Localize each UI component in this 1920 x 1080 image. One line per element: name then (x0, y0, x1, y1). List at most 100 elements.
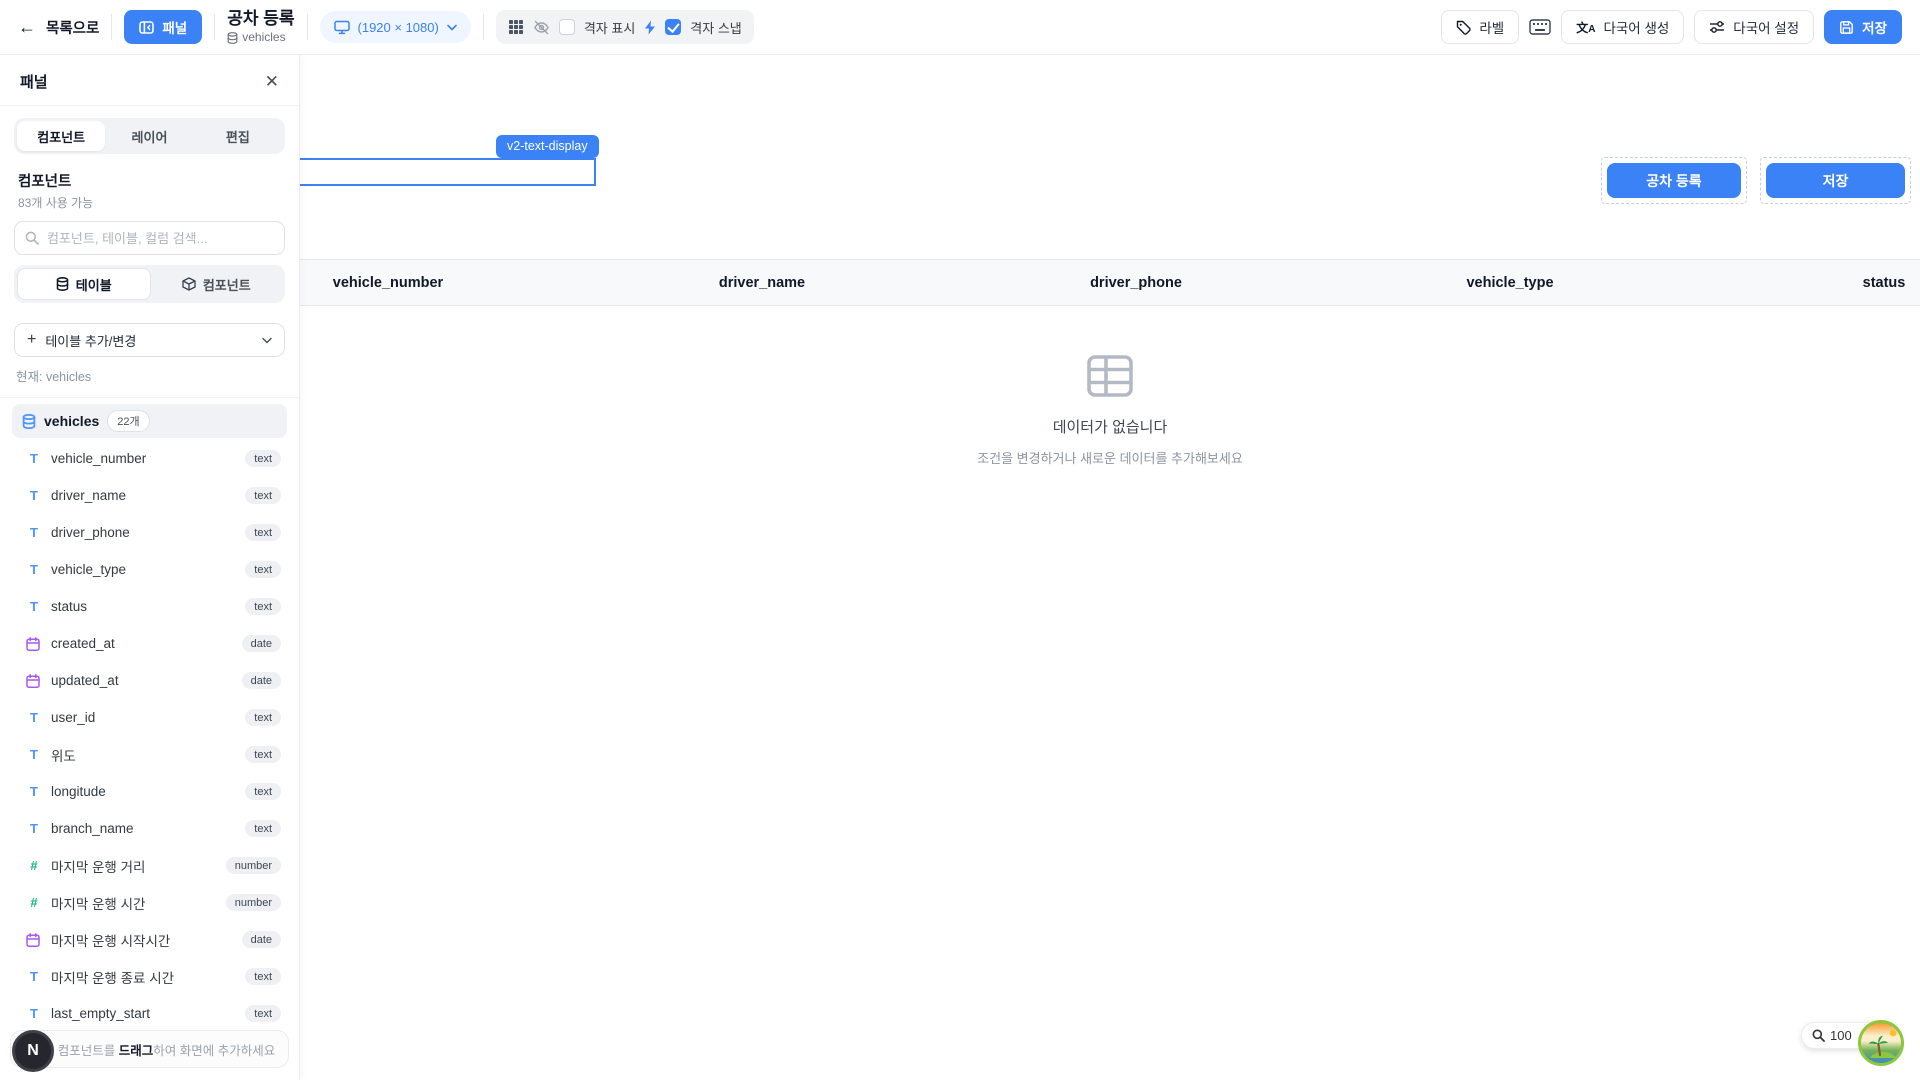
selected-component-tag: v2-text-display (496, 135, 599, 158)
text-type-icon: T (26, 451, 42, 466)
table-header-driver_phone[interactable]: driver_phone (949, 260, 1323, 305)
tab-레이어[interactable]: 레이어 (105, 121, 193, 151)
field-name: longitude (51, 784, 106, 799)
app-root: ← 목록으로 패널 공차 등록 vehicles (0, 0, 1920, 1080)
text-type-icon: T (26, 599, 42, 614)
canvas-register-button[interactable]: 공차 등록 (1607, 163, 1741, 198)
page-title: 공차 등록 (227, 9, 294, 29)
i18n-generate-button[interactable]: 文A 다국어 생성 (1561, 10, 1684, 44)
field-row-updated_at[interactable]: updated_at date (12, 662, 287, 699)
database-icon (56, 277, 69, 291)
component-search[interactable] (14, 221, 285, 255)
field-row-driver_name[interactable]: Tdriver_nametext (12, 477, 287, 514)
grid-snap-checkbox[interactable] (665, 19, 681, 35)
package-icon (182, 277, 196, 291)
toggle-table-button[interactable]: 테이블 (17, 268, 151, 300)
panel-toggle-button[interactable]: 패널 (124, 10, 202, 44)
field-name: vehicle_number (51, 451, 146, 466)
text-type-icon: T (26, 525, 42, 540)
field-name: updated_at (51, 673, 119, 688)
save-button[interactable]: 저장 (1824, 10, 1902, 44)
field-row-user_id[interactable]: Tuser_idtext (12, 699, 287, 736)
field-row-vehicle_type[interactable]: Tvehicle_typetext (12, 551, 287, 588)
field-row-마지막 운행 거리[interactable]: #마지막 운행 거리number (12, 847, 287, 884)
field-row-마지막 운행 시작시간[interactable]: 마지막 운행 시작시간 date (12, 921, 287, 958)
eye-off-icon[interactable] (533, 20, 550, 35)
grid-controls-group: 격자 표시 격자 스냅 (496, 10, 754, 44)
tab-컴포넌트[interactable]: 컴포넌트 (17, 121, 105, 151)
chevron-down-icon (262, 337, 272, 344)
field-rows-container: Tvehicle_numbertextTdriver_nametextTdriv… (12, 440, 287, 1032)
search-input[interactable] (47, 231, 274, 246)
date-type-icon (26, 637, 42, 651)
field-type-badge: date (242, 931, 281, 948)
field-name: status (51, 599, 87, 614)
lightning-icon[interactable] (644, 20, 656, 35)
field-row-마지막 운행 종료 시간[interactable]: T마지막 운행 종료 시간text (12, 958, 287, 995)
field-row-driver_phone[interactable]: Tdriver_phonetext (12, 514, 287, 551)
field-row-status[interactable]: Tstatus text (12, 588, 287, 625)
i18n-settings-button[interactable]: 다국어 설정 (1694, 10, 1814, 44)
avatar[interactable]: N (12, 1030, 54, 1072)
add-change-table-button[interactable]: + 테이블 추가/변경 (14, 323, 285, 357)
add-change-table-label: 테이블 추가/변경 (45, 331, 136, 350)
keyboard-shortcuts-icon[interactable] (1529, 19, 1551, 35)
toggle-table-label: 테이블 (76, 275, 112, 294)
selected-text-display-component[interactable] (258, 158, 596, 186)
table-row-vehicles[interactable]: vehicles 22개 (12, 404, 287, 438)
label-button[interactable]: 라벨 (1441, 10, 1519, 44)
field-type-badge: text (245, 1005, 281, 1022)
database-icon (22, 414, 36, 429)
divider (111, 14, 112, 40)
chevron-down-icon (447, 24, 457, 31)
text-type-icon: T (26, 1006, 42, 1021)
canvas-save-button[interactable]: 저장 (1766, 163, 1905, 198)
field-row-위도[interactable]: T위도text (12, 736, 287, 773)
table-grid-icon (1087, 355, 1133, 397)
island-feedback-icon[interactable] (1858, 1020, 1904, 1066)
i18n-settings-label: 다국어 설정 (1733, 17, 1799, 37)
table-header-vehicle_type[interactable]: vehicle_type (1323, 260, 1697, 305)
tab-편집[interactable]: 편집 (194, 121, 282, 151)
back-label: 목록으로 (46, 17, 99, 38)
field-type-badge: text (245, 968, 281, 985)
table-header-driver_name[interactable]: driver_name (575, 260, 949, 305)
component-selection-outline: 공차 등록 (1601, 157, 1747, 204)
date-type-icon (26, 933, 42, 947)
field-type-badge: text (245, 783, 281, 800)
field-row-vehicle_number[interactable]: Tvehicle_number text (12, 440, 287, 477)
grid-icon[interactable] (508, 19, 524, 35)
field-name: 마지막 운행 시간 (51, 893, 145, 913)
field-type-badge: date (242, 672, 281, 689)
field-type-badge: text (245, 709, 281, 726)
back-to-list-button[interactable]: ← 목록으로 (18, 17, 99, 38)
table-name: vehicles (44, 413, 99, 429)
save-button-label: 저장 (1862, 17, 1887, 37)
monitor-icon (334, 20, 350, 35)
divider (307, 14, 308, 40)
field-name: created_at (51, 636, 115, 651)
field-type-badge: text (245, 598, 281, 615)
field-row-longitude[interactable]: Tlongitudetext (12, 773, 287, 810)
text-type-icon: T (26, 710, 42, 725)
field-row-마지막 운행 시간[interactable]: #마지막 운행 시간number (12, 884, 287, 921)
field-type-badge: text (245, 450, 281, 467)
close-icon[interactable]: ✕ (265, 73, 279, 90)
viewport-size-dropdown[interactable]: (1920 × 1080) (320, 11, 471, 43)
field-row-last_empty_start[interactable]: Tlast_empty_starttext (12, 995, 287, 1032)
field-name: driver_name (51, 488, 126, 503)
source-toggle: 테이블 컴포넌트 (14, 265, 285, 303)
current-table-label: 현재: vehicles (16, 366, 283, 385)
field-row-branch_name[interactable]: Tbranch_nametext (12, 810, 287, 847)
field-row-created_at[interactable]: created_atdate (12, 625, 287, 662)
grid-show-checkbox[interactable] (559, 19, 575, 35)
canvas-table-header: vehicle_numberdriver_namedriver_phoneveh… (201, 259, 1920, 306)
field-type-badge: number (226, 894, 281, 911)
table-header-status[interactable]: status (1697, 260, 1920, 305)
toggle-component-button[interactable]: 컴포넌트 (151, 268, 283, 300)
field-name: 마지막 운행 시작시간 (51, 930, 170, 950)
zoom-level-value: 100 (1830, 1028, 1852, 1043)
sidebar-panel-icon (139, 20, 154, 35)
component-selection-outline: 저장 (1760, 157, 1911, 204)
field-name: branch_name (51, 821, 134, 836)
